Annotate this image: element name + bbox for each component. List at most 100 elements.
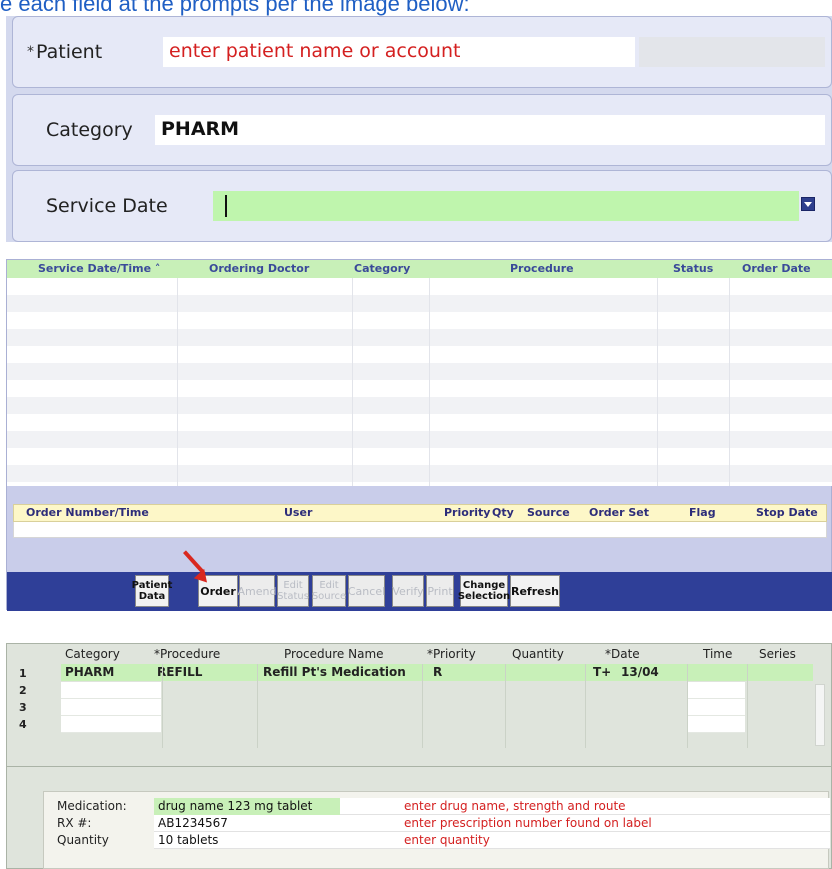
row-number: 2 (19, 684, 27, 697)
col-order-set[interactable]: Order Set (589, 505, 649, 521)
col-status[interactable]: Status (673, 260, 713, 278)
refresh-button[interactable]: Refresh (510, 575, 560, 607)
proc-row1-name[interactable]: Refill Pt's Medication (263, 664, 406, 681)
category-row: Category PHARM (12, 94, 832, 166)
col-flag[interactable]: Flag (689, 505, 716, 521)
rx-label: RX #: (57, 816, 92, 830)
proc-row1-category[interactable]: PHARM (65, 664, 114, 681)
col-proc-priority[interactable]: *Priority (427, 645, 476, 663)
col-order-number-time[interactable]: Order Number/Time (26, 505, 149, 521)
col-user[interactable]: User (284, 505, 312, 521)
col-proc-date[interactable]: *Date (605, 645, 640, 663)
col-category[interactable]: Category (354, 260, 410, 278)
proc-row1-procedure[interactable]: REFILL (157, 664, 202, 681)
change-selection-button[interactable]: Change Selection (458, 575, 510, 607)
col-stop-date[interactable]: Stop Date (756, 505, 818, 521)
text-cursor (225, 195, 227, 217)
column-divider (429, 278, 430, 486)
proc-row1-priority[interactable]: R (433, 664, 442, 681)
col-proc-name[interactable]: Procedure Name (284, 645, 384, 663)
column-divider (422, 664, 423, 748)
column-divider (177, 278, 178, 486)
service-date-label: Service Date (46, 195, 168, 217)
patient-label: * Patient (27, 41, 103, 63)
proc-row1-date-prefix[interactable]: T+ (593, 664, 611, 681)
column-divider (687, 664, 688, 748)
col-ordering-doctor[interactable]: Ordering Doctor (209, 260, 309, 278)
column-divider (657, 278, 658, 486)
col-source[interactable]: Source (527, 505, 570, 521)
column-divider (729, 278, 730, 486)
rx-value[interactable]: AB1234567 (158, 815, 228, 832)
table-row[interactable] (7, 431, 832, 448)
procedure-table: Category *Procedure Procedure Name *Prio… (6, 643, 832, 767)
table-row[interactable] (7, 278, 832, 295)
col-qty[interactable]: Qty (492, 505, 514, 521)
table-row[interactable] (7, 295, 832, 312)
rx-hint: enter prescription number found on label (404, 816, 652, 830)
patient-lookup-field[interactable] (639, 37, 825, 67)
row-number: 3 (19, 701, 27, 714)
edit-source-button[interactable]: Edit Source (312, 575, 346, 607)
instruction-text: e each field at the prompts per the imag… (0, 0, 470, 16)
rx-row: RX #: AB1234567 enter prescription numbe… (44, 815, 830, 832)
medication-hint: enter drug name, strength and route (404, 799, 626, 813)
procedure-row-2-category[interactable] (61, 682, 161, 699)
table-row[interactable] (7, 397, 832, 414)
col-priority[interactable]: Priority (444, 505, 490, 521)
column-divider (257, 664, 258, 748)
table-row[interactable] (7, 465, 832, 482)
column-divider (585, 664, 586, 748)
medication-details: Medication: drug name 123 mg tablet ente… (43, 791, 830, 869)
procedure-scrollbar[interactable] (815, 684, 825, 746)
table-row[interactable] (7, 312, 832, 329)
order-detail-row[interactable] (13, 522, 827, 538)
row-number: 1 (19, 667, 27, 680)
orders-table-header: Service Date/Time ˄ Ordering Doctor Cate… (7, 260, 832, 278)
category-input[interactable]: PHARM (155, 115, 825, 145)
cancel-button[interactable]: Cancel (348, 575, 385, 607)
print-button[interactable]: Print (426, 575, 454, 607)
procedure-row-3-category[interactable] (61, 699, 161, 716)
col-order-date[interactable]: Order Date (742, 260, 811, 278)
col-proc-procedure[interactable]: *Procedure (154, 645, 220, 663)
table-row[interactable] (7, 448, 832, 465)
table-row[interactable] (7, 380, 832, 397)
col-proc-category[interactable]: Category (65, 645, 120, 663)
medication-panel: Medication: drug name 123 mg tablet ente… (6, 767, 832, 869)
quantity-row: Quantity 10 tablets enter quantity (44, 832, 830, 849)
col-proc-time[interactable]: Time (703, 645, 732, 663)
medication-label: Medication: (57, 799, 127, 813)
procedure-row-2-time[interactable] (687, 682, 745, 699)
table-row[interactable] (7, 329, 832, 346)
column-divider (505, 664, 506, 748)
patient-data-button[interactable]: Patient Data (132, 575, 172, 607)
service-date-input[interactable] (213, 191, 799, 221)
proc-row1-date[interactable]: 13/04 (621, 664, 659, 681)
table-row[interactable] (7, 414, 832, 431)
col-procedure[interactable]: Procedure (510, 260, 574, 278)
order-detail-header: Order Number/Time User Priority Qty Sour… (13, 504, 827, 522)
table-row[interactable] (7, 363, 832, 380)
patient-input[interactable]: enter patient name or account (163, 37, 635, 67)
medication-value[interactable]: drug name 123 mg tablet (158, 798, 312, 815)
table-row[interactable] (7, 346, 832, 363)
col-proc-series[interactable]: Series (759, 645, 796, 663)
patient-row: * Patient enter patient name or account (12, 16, 832, 88)
column-divider (747, 664, 748, 748)
orders-table-body[interactable] (7, 278, 832, 486)
chevron-down-icon[interactable] (801, 197, 815, 211)
order-toolbar: Patient Data Order Amend Edit Status Edi… (7, 572, 832, 611)
procedure-row-3-time[interactable] (687, 699, 745, 716)
procedure-row-4-time[interactable] (687, 716, 745, 733)
quantity-input[interactable] (154, 832, 830, 849)
col-service-date-time[interactable]: Service Date/Time ˄ (38, 260, 160, 278)
amend-button[interactable]: Amend (238, 575, 276, 607)
procedure-row-4-category[interactable] (61, 716, 161, 733)
col-proc-quantity[interactable]: Quantity (512, 645, 564, 663)
edit-status-button[interactable]: Edit Status (277, 575, 309, 607)
verify-button[interactable]: Verify (392, 575, 424, 607)
column-divider (352, 278, 353, 486)
sort-up-icon: ˄ (154, 262, 161, 275)
quantity-value[interactable]: 10 tablets (158, 832, 218, 849)
